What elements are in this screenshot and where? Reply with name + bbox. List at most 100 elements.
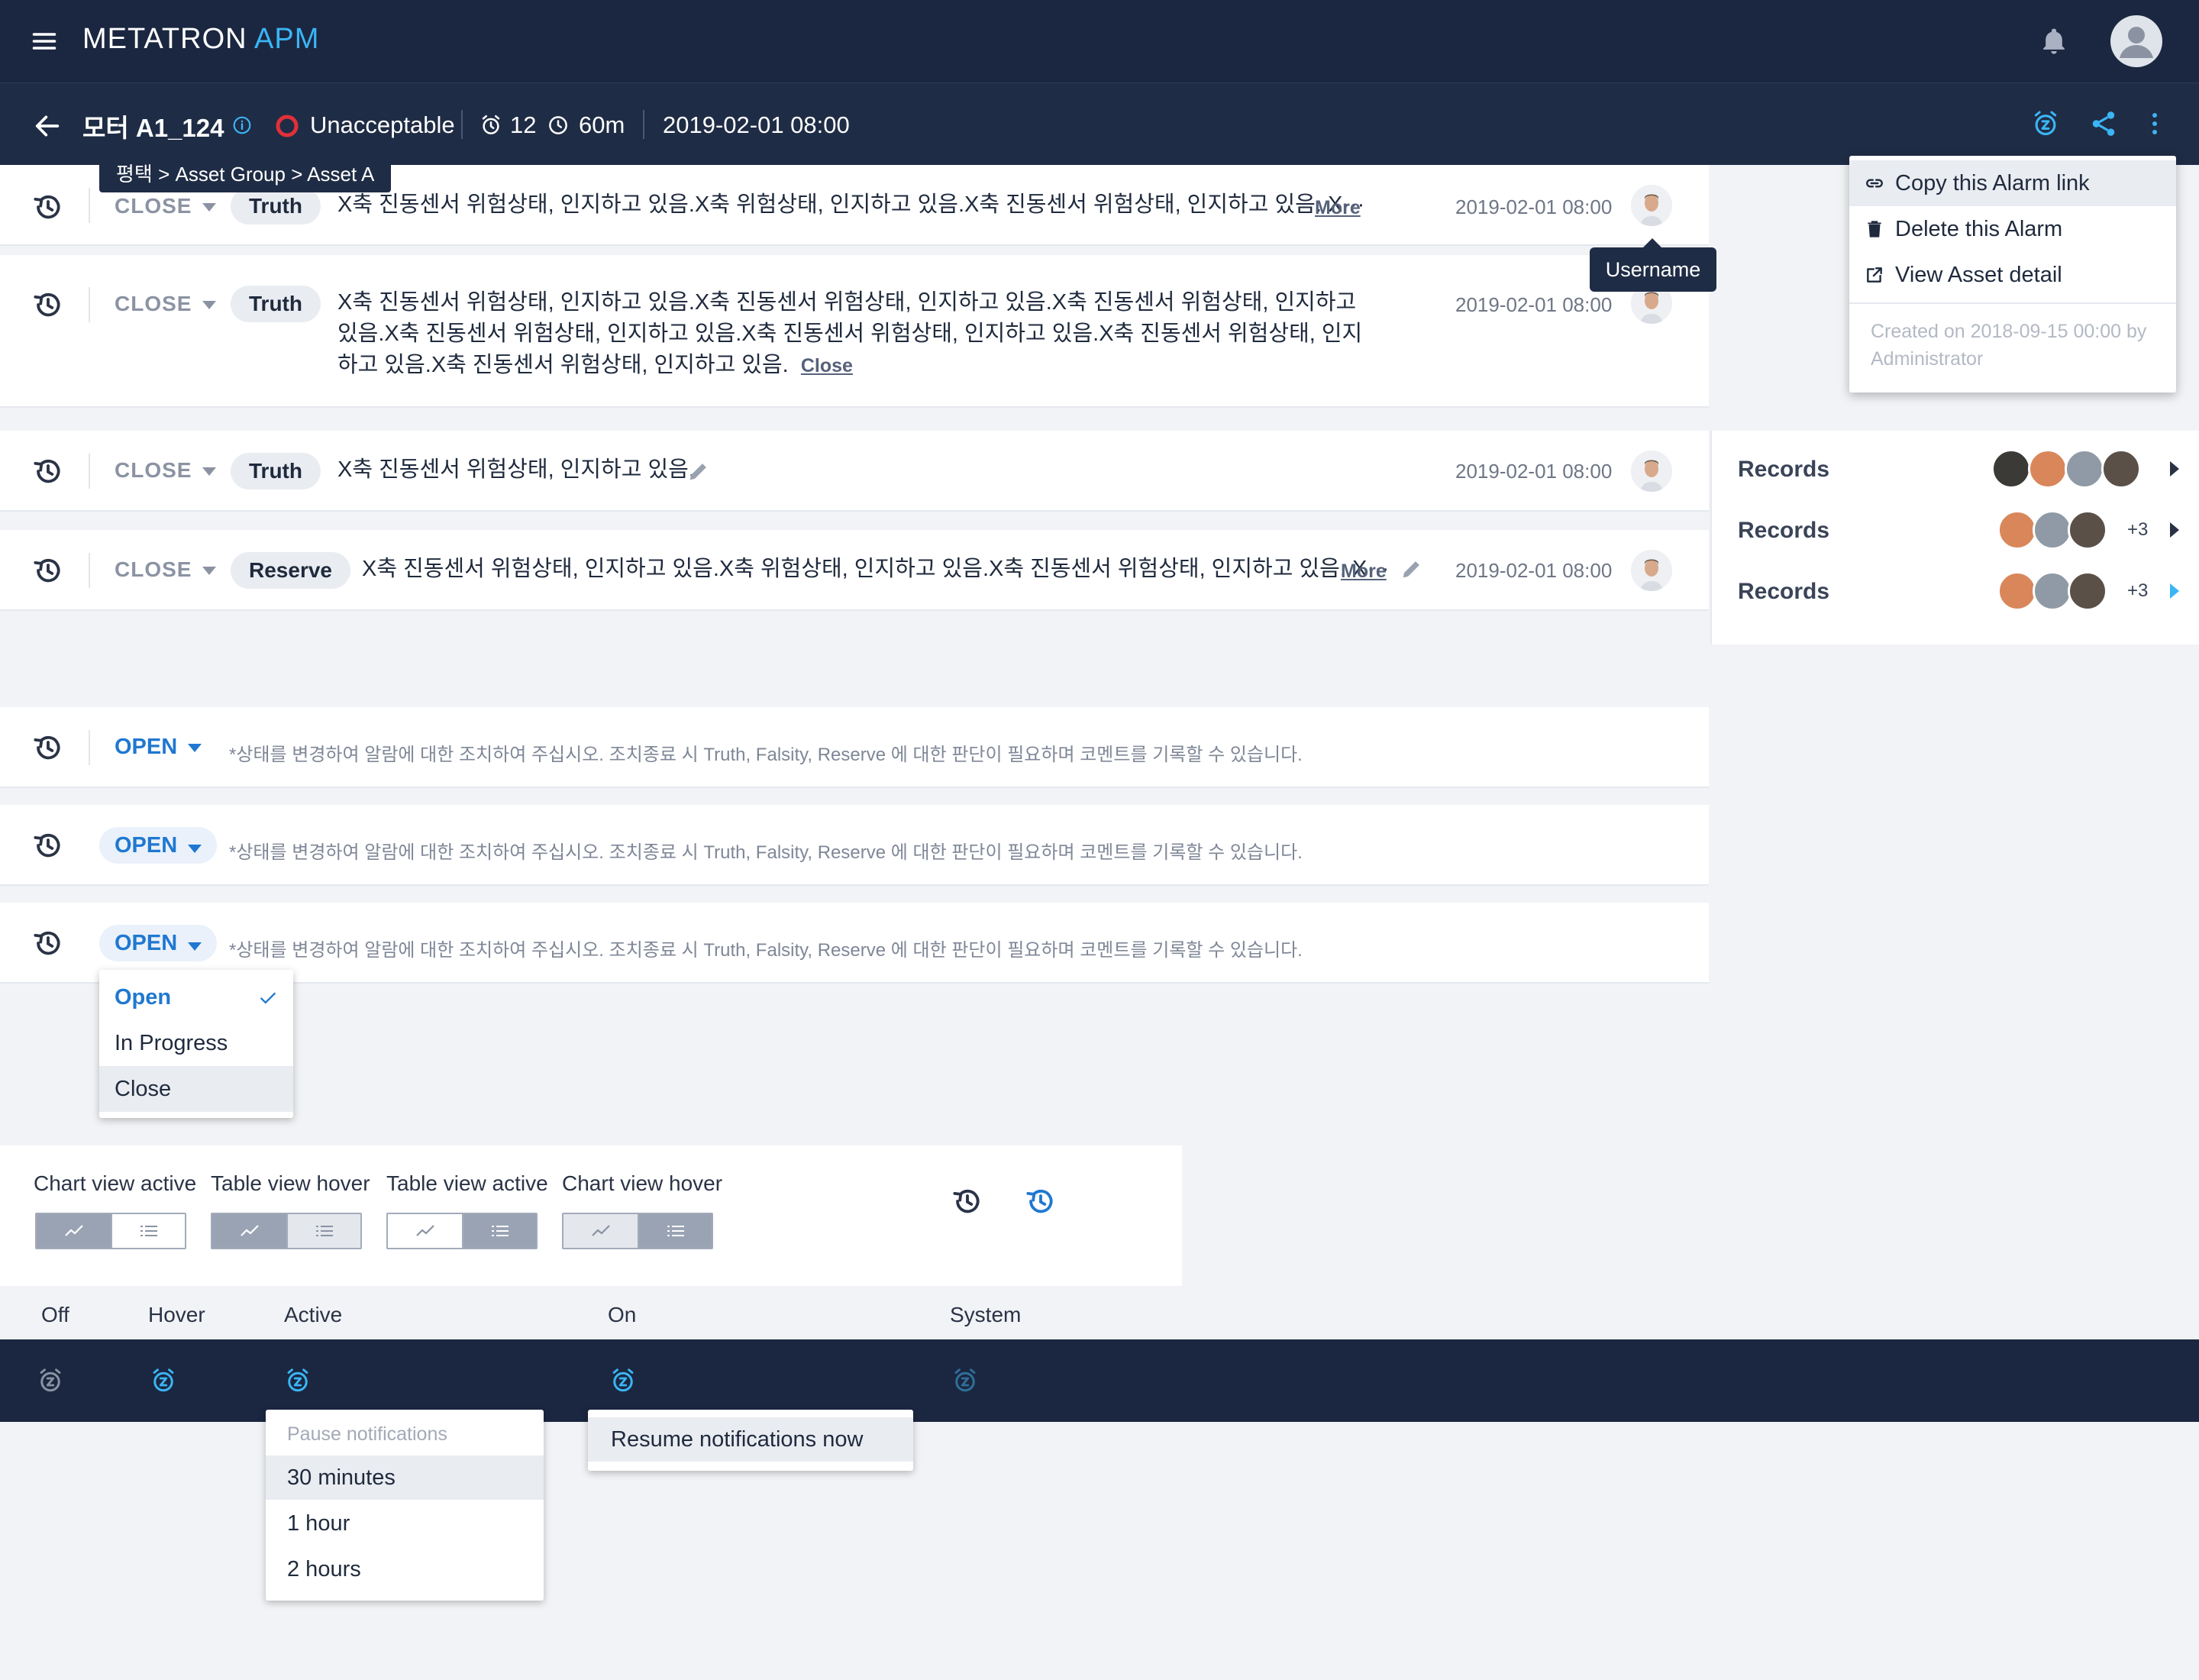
- pause-option-1-hour[interactable]: 1 hour: [266, 1501, 544, 1546]
- status-dropdown[interactable]: CLOSE: [115, 557, 217, 582]
- table-view-button[interactable]: [638, 1214, 712, 1248]
- avatar: [2068, 510, 2107, 550]
- history-icon[interactable]: [32, 554, 64, 586]
- delete-alarm-item[interactable]: Delete this Alarm: [1849, 206, 2176, 252]
- avatar: [2068, 571, 2107, 611]
- app-brand[interactable]: METATRON APM: [82, 23, 319, 56]
- hamburger-menu-icon[interactable]: [31, 27, 58, 55]
- info-icon[interactable]: [232, 115, 252, 135]
- user-avatar[interactable]: [1631, 550, 1672, 591]
- status-label: OPEN: [115, 735, 178, 759]
- copy-alarm-link-item[interactable]: Copy this Alarm link: [1849, 160, 2176, 206]
- toggle-label: Table view active: [386, 1171, 548, 1195]
- user-avatar[interactable]: [1631, 185, 1672, 226]
- resume-notifications-menu: Resume notifications now: [588, 1410, 913, 1471]
- more-link[interactable]: More: [1341, 561, 1387, 583]
- alarm-created-meta: Created on 2018-09-15 00:00 by Administr…: [1871, 321, 2147, 370]
- user-avatar[interactable]: [1631, 451, 1672, 492]
- table-view-button[interactable]: [462, 1214, 536, 1248]
- divider: [89, 287, 90, 322]
- caret-right-icon[interactable]: [2170, 522, 2179, 538]
- alarm-action-row: OPEN *상태를 변경하여 알람에 대한 조치하여 주십시오. 조치종료 시 …: [0, 707, 1709, 788]
- share-icon[interactable]: [2089, 109, 2118, 138]
- comment-text: X축 진동센서 위험상태, 인지하고 있음.X축 위험상태, 인지하고 있음.X…: [362, 557, 1390, 581]
- list-icon: [315, 1226, 333, 1236]
- status-dropdown[interactable]: CLOSE: [115, 194, 217, 218]
- bell-icon[interactable]: [2039, 26, 2069, 57]
- table-view-button[interactable]: [111, 1214, 185, 1248]
- menu-item-label: Delete this Alarm: [1895, 217, 2063, 241]
- status-label: CLOSE: [115, 557, 192, 581]
- pause-option-2-hours[interactable]: 2 hours: [266, 1547, 544, 1591]
- view-asset-detail-item[interactable]: View Asset detail: [1849, 252, 2176, 298]
- pause-notifications-menu: Pause notifications 30 minutes 1 hour 2 …: [266, 1410, 544, 1601]
- history-icon[interactable]: [32, 732, 64, 764]
- records-label: Records: [1738, 457, 1830, 482]
- snooze-icon-system[interactable]: [951, 1367, 979, 1394]
- asset-title: 모터 A1_124: [82, 114, 224, 142]
- view-toggle: [35, 1213, 186, 1249]
- history-icon[interactable]: [951, 1185, 983, 1217]
- records-label: Records: [1738, 579, 1830, 604]
- status-option-open[interactable]: Open: [99, 974, 293, 1020]
- state-label-system: System: [950, 1303, 1022, 1326]
- timestamp: 2019-02-01 08:00: [1455, 559, 1613, 582]
- chart-view-button[interactable]: [563, 1214, 638, 1248]
- chart-view-button[interactable]: [212, 1214, 286, 1248]
- view-toggle: [386, 1213, 538, 1249]
- alarm-clock-icon: [480, 114, 502, 137]
- line-chart-icon: [240, 1225, 259, 1236]
- edit-pencil-icon[interactable]: [686, 458, 712, 484]
- status-option-close[interactable]: Close: [99, 1066, 293, 1112]
- judgement-tag: Truth: [231, 453, 321, 489]
- toggle-label: Chart view active: [34, 1171, 197, 1195]
- back-arrow-icon[interactable]: [32, 111, 63, 141]
- user-avatar[interactable]: [2110, 15, 2162, 67]
- status-dropdown[interactable]: CLOSE: [115, 458, 217, 483]
- status-dropdown[interactable]: OPEN: [99, 827, 218, 864]
- status-label: OPEN: [115, 833, 178, 858]
- username-tooltip: Username: [1590, 238, 1716, 292]
- snooze-icon-on[interactable]: [609, 1367, 637, 1394]
- edit-pencil-icon[interactable]: [1399, 556, 1425, 582]
- comment-text: X축 진동센서 위험상태, 인지하고 있음.: [337, 457, 695, 482]
- timestamp: 2019-02-01 08:00: [1455, 293, 1613, 316]
- view-toggle: [562, 1213, 713, 1249]
- state-label-off: Off: [41, 1303, 69, 1326]
- avatar: [1997, 510, 2037, 550]
- chart-view-button[interactable]: [388, 1214, 462, 1248]
- caret-right-icon[interactable]: [2170, 461, 2179, 477]
- history-icon[interactable]: [32, 829, 64, 861]
- history-icon[interactable]: [32, 289, 64, 321]
- line-chart-icon: [591, 1225, 610, 1236]
- close-link[interactable]: Close: [801, 355, 853, 376]
- resume-notifications-button[interactable]: Resume notifications now: [588, 1417, 913, 1462]
- table-view-button[interactable]: [286, 1214, 360, 1248]
- snooze-icon-off[interactable]: [37, 1367, 64, 1394]
- records-extra-count: +3: [2127, 580, 2149, 601]
- snooze-alarm-icon[interactable]: [2031, 109, 2060, 138]
- snooze-icon-hover[interactable]: [150, 1367, 177, 1394]
- comment-text: X축 진동센서 위험상태, 인지하고 있음.X축 진동센서 위험상태, 인지하고…: [337, 287, 1376, 382]
- alarm-detail-header: 모터 A1_124 Unacceptable 12 60m 2019-02-01…: [0, 82, 2199, 165]
- status-hint: *상태를 변경하여 알람에 대한 조치하여 주십시오. 조치종료 시 Truth…: [229, 745, 1303, 765]
- line-chart-icon: [64, 1225, 83, 1236]
- status-dropdown[interactable]: OPEN: [115, 735, 202, 760]
- more-link[interactable]: More: [1315, 197, 1361, 219]
- snooze-icon-active[interactable]: [284, 1367, 312, 1394]
- history-icon[interactable]: [32, 455, 64, 487]
- status-label: OPEN: [115, 931, 178, 955]
- status-option-in-progress[interactable]: In Progress: [99, 1020, 293, 1066]
- avatar: [1997, 571, 2037, 611]
- history-icon[interactable]: [32, 191, 64, 223]
- history-icon[interactable]: [32, 927, 64, 959]
- more-vertical-icon[interactable]: [2146, 109, 2164, 138]
- toggle-label: Chart view hover: [562, 1171, 723, 1195]
- status-dropdown[interactable]: CLOSE: [115, 292, 217, 316]
- caret-right-icon[interactable]: [2170, 583, 2179, 599]
- chart-view-button[interactable]: [37, 1214, 111, 1248]
- pause-option-30-minutes[interactable]: 30 minutes: [266, 1455, 544, 1500]
- status-dropdown[interactable]: OPEN: [99, 925, 218, 961]
- toggle-label: Table view hover: [211, 1171, 370, 1195]
- history-icon-active[interactable]: [1025, 1185, 1057, 1217]
